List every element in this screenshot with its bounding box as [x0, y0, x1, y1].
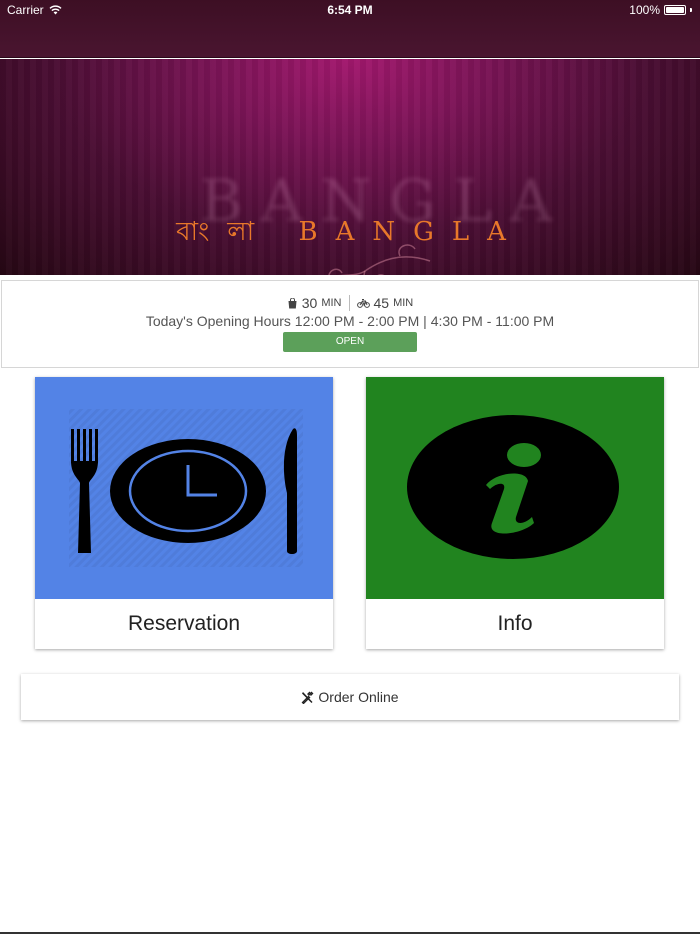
utensils-icon	[302, 691, 314, 704]
clock-plate-icon	[69, 409, 303, 567]
clock: 6:54 PM	[327, 3, 373, 17]
collection-unit: MIN	[321, 297, 342, 309]
delivery-time: 45	[373, 295, 390, 311]
reservation-label[interactable]: Reservation	[35, 599, 333, 649]
info-icon	[407, 415, 619, 559]
info-label[interactable]: Info	[366, 599, 664, 649]
status-bar: Carrier 6:54 PM 100%	[0, 0, 700, 20]
logo-bengali: বাংলা	[176, 217, 273, 247]
opening-hours: Today's Opening Hours 12:00 PM - 2:00 PM…	[145, 313, 555, 329]
bike-icon	[356, 299, 370, 308]
delivery-unit: MIN	[393, 297, 414, 309]
info-tile[interactable]	[366, 377, 664, 599]
reservation-tile[interactable]	[35, 377, 333, 599]
battery-icon	[664, 5, 686, 15]
delivery-info-panel: 30 MIN 45 MIN Today's Opening Hours 12:0…	[1, 280, 699, 368]
order-online-label[interactable]: Order Online	[318, 689, 398, 705]
swirl-ornament-icon	[328, 244, 431, 275]
battery-percent: 100%	[629, 3, 660, 17]
open-status-badge: OPEN	[283, 332, 417, 352]
delivery-times: 30 MIN 45 MIN	[2, 295, 698, 311]
divider	[348, 295, 350, 311]
restaurant-banner: BANGLA বাংলা BANGLA	[0, 59, 700, 275]
reservation-card[interactable]: Reservation	[35, 377, 333, 649]
info-card[interactable]: Info	[366, 377, 664, 649]
battery-indicator: 100%	[629, 3, 692, 17]
navigation-bar: Carrier 6:54 PM 100%	[0, 0, 700, 58]
order-online-button[interactable]: Order Online	[21, 674, 679, 720]
collection-time: 30	[301, 295, 318, 311]
bag-icon	[288, 297, 297, 308]
